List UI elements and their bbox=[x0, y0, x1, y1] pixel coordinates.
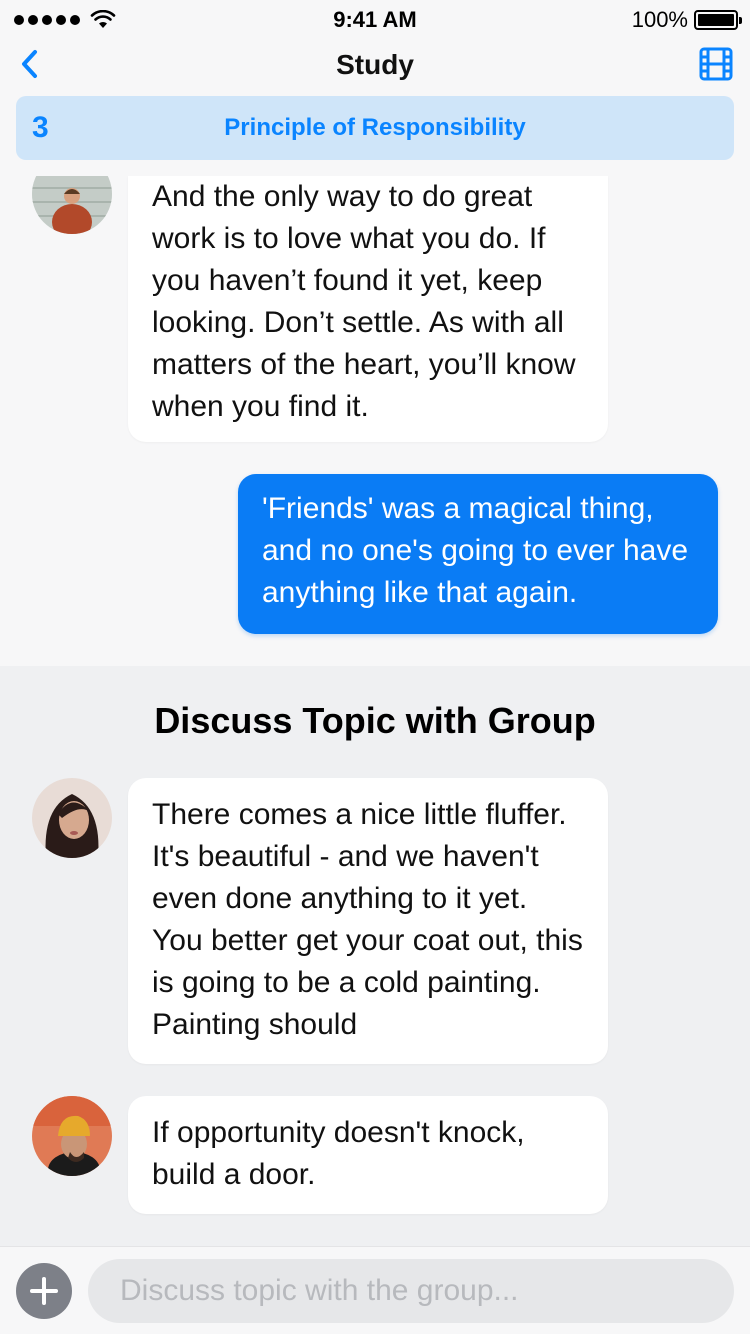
navigation-bar: Study bbox=[0, 40, 750, 90]
add-button[interactable] bbox=[16, 1263, 72, 1319]
avatar-man-yellow-beanie[interactable] bbox=[32, 1096, 112, 1176]
compose-bar bbox=[0, 1246, 750, 1334]
message-bubble-incoming[interactable]: And the only way to do great work is to … bbox=[128, 176, 608, 442]
message-text: And the only way to do great work is to … bbox=[152, 180, 576, 423]
group-section-title: Discuss Topic with Group bbox=[154, 700, 596, 741]
battery-indicator: 100% bbox=[631, 7, 742, 33]
battery-percent: 100% bbox=[631, 7, 688, 32]
compose-input[interactable] bbox=[88, 1259, 734, 1323]
topic-banner[interactable]: 3 Principle of Responsibility bbox=[16, 96, 734, 160]
wifi-icon bbox=[90, 10, 116, 28]
avatar-man-red-jacket[interactable] bbox=[32, 176, 112, 234]
message-text: There comes a nice little fluffer. It's … bbox=[152, 798, 583, 1041]
message-bubble-outgoing[interactable]: 'Friends' was a magical thing, and no on… bbox=[238, 474, 718, 634]
message-text: If opportunity doesn't knock, build a do… bbox=[152, 1116, 525, 1191]
message-text: 'Friends' was a magical thing, and no on… bbox=[262, 492, 689, 609]
topic-title: Principle of Responsibility bbox=[224, 114, 526, 141]
back-button[interactable] bbox=[10, 44, 50, 84]
plus-icon bbox=[30, 1277, 58, 1305]
status-bar: 9:41 AM 100% bbox=[0, 0, 750, 40]
signal-dots-icon bbox=[14, 10, 116, 30]
page-title: Study bbox=[336, 49, 414, 80]
study-chat[interactable]: And the only way to do great work is to … bbox=[0, 176, 750, 666]
chevron-left-icon bbox=[22, 50, 37, 78]
message-bubble-group[interactable]: There comes a nice little fluffer. It's … bbox=[128, 778, 608, 1064]
message-bubble-group[interactable]: If opportunity doesn't knock, build a do… bbox=[128, 1096, 608, 1214]
avatar-woman-dark-hair[interactable] bbox=[32, 778, 112, 858]
film-icon bbox=[699, 47, 733, 81]
topic-number: 3 bbox=[32, 111, 49, 144]
battery-icon bbox=[694, 10, 742, 30]
video-button[interactable] bbox=[696, 44, 736, 84]
